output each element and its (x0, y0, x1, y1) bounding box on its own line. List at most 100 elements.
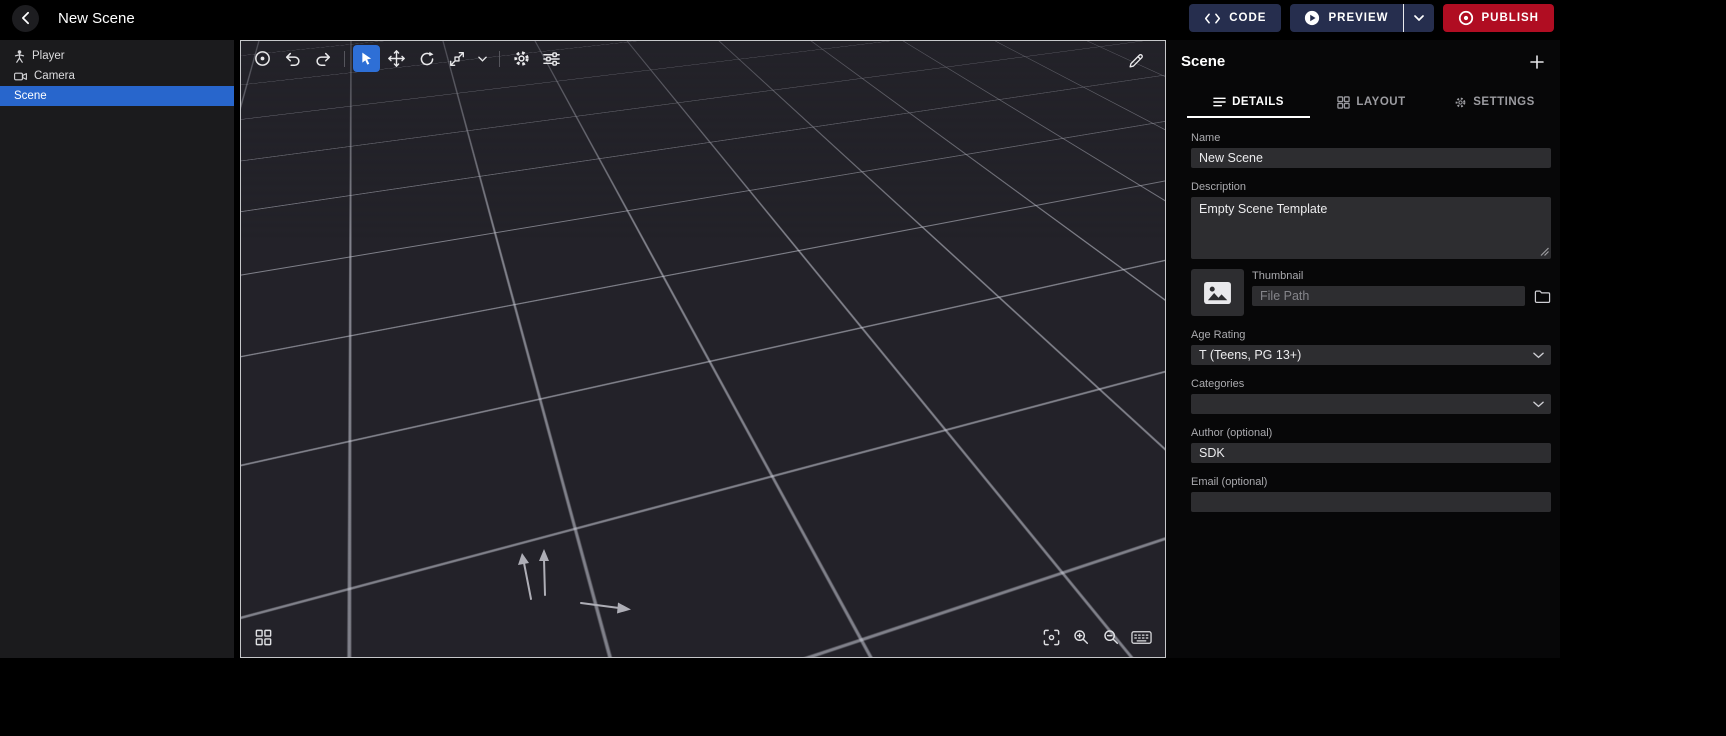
code-icon (1204, 12, 1221, 25)
thumbnail-path-input[interactable] (1252, 286, 1525, 306)
age-rating-label: Age Rating (1191, 329, 1551, 341)
zoom-out-icon (1102, 628, 1120, 646)
author-input[interactable] (1191, 443, 1551, 463)
viewport-bottom-right (1039, 625, 1153, 649)
create-button[interactable] (249, 45, 276, 72)
scale-tool-button[interactable] (443, 45, 470, 72)
author-label: Author (optional) (1191, 427, 1551, 439)
folder-icon (1534, 289, 1551, 304)
thumbnail-preview[interactable] (1191, 269, 1244, 316)
categories-select[interactable] (1191, 394, 1551, 414)
person-icon (14, 50, 25, 63)
age-rating-value: T (Teens, PG 13+) (1199, 348, 1301, 362)
categories-label: Categories (1191, 378, 1551, 390)
list-icon (1213, 96, 1226, 108)
description-textarea[interactable]: Empty Scene Template (1191, 197, 1551, 259)
viewport-perspective (241, 41, 1165, 657)
redo-icon (314, 50, 332, 67)
inspector-tabs: DETAILS LAYOUT SETTINGS (1187, 88, 1556, 118)
play-circle-icon (1304, 10, 1320, 26)
email-input[interactable] (1191, 492, 1551, 512)
top-bar: New Scene CODE PREVIEW PUBLISH (0, 0, 1560, 36)
pencil-icon (1127, 52, 1145, 70)
age-rating-select[interactable]: T (Teens, PG 13+) (1191, 345, 1551, 365)
tab-label: LAYOUT (1356, 96, 1405, 108)
zoom-in-button[interactable] (1069, 625, 1093, 649)
sidebar-item-camera[interactable]: Camera (0, 66, 234, 86)
redo-button[interactable] (309, 45, 336, 72)
zoom-in-icon (1072, 628, 1090, 646)
back-button[interactable] (12, 5, 39, 32)
tab-settings[interactable]: SETTINGS (1433, 88, 1556, 118)
viewport-options-icon (542, 51, 561, 67)
sidebar-item-label: Scene (14, 90, 47, 102)
caret-down-icon (1414, 15, 1424, 21)
toolbar-divider (499, 51, 500, 67)
move-tool-button[interactable] (383, 45, 410, 72)
grid-icon (254, 628, 273, 647)
add-button[interactable] (1530, 55, 1544, 69)
inspector-title: Scene (1181, 53, 1225, 70)
chevron-down-icon (1533, 352, 1544, 359)
inspector-panel: Scene DETAILS LAYOUT SETTINGS Name Descr… (1166, 40, 1560, 658)
tab-details[interactable]: DETAILS (1187, 88, 1310, 118)
edit-mode-button[interactable] (1122, 47, 1149, 74)
publish-button-label: PUBLISH (1482, 12, 1539, 24)
grid-toggle-button[interactable] (251, 625, 275, 649)
rotate-tool-button[interactable] (413, 45, 440, 72)
topbar-actions: CODE PREVIEW PUBLISH (1189, 4, 1554, 32)
focus-icon (1042, 628, 1061, 647)
preview-button-group: PREVIEW (1290, 4, 1433, 32)
chevron-left-icon (21, 11, 30, 25)
page-title: New Scene (58, 10, 135, 27)
chevron-down-icon (1533, 401, 1544, 408)
browse-file-button[interactable] (1534, 289, 1551, 304)
viewport-bottom-left (251, 625, 275, 649)
details-form: Name Description Empty Scene Template Th… (1166, 118, 1560, 512)
viewport-canvas[interactable] (240, 40, 1166, 658)
sidebar-item-label: Player (32, 50, 65, 62)
sidebar-item-label: Camera (34, 70, 75, 82)
tab-layout[interactable]: LAYOUT (1310, 88, 1433, 118)
code-button-label: CODE (1229, 12, 1266, 24)
code-button[interactable]: CODE (1189, 4, 1281, 32)
plus-icon (1530, 55, 1544, 69)
undo-button[interactable] (279, 45, 306, 72)
description-label: Description (1191, 181, 1551, 193)
sidebar-item-player[interactable]: Player (0, 46, 234, 66)
layout-icon (1337, 96, 1350, 109)
inspector-header: Scene (1166, 40, 1560, 70)
zoom-out-button[interactable] (1099, 625, 1123, 649)
preview-dropdown-button[interactable] (1403, 4, 1434, 32)
app-window: New Scene CODE PREVIEW PUBLISH (0, 0, 1560, 658)
thumbnail-section: Thumbnail (1191, 269, 1551, 316)
gear-icon (512, 49, 531, 68)
select-tool-icon (359, 51, 374, 66)
undo-icon (284, 50, 302, 67)
publish-target-icon (1458, 10, 1474, 26)
publish-button[interactable]: PUBLISH (1443, 4, 1554, 32)
tool-more-button[interactable] (473, 45, 491, 72)
email-label: Email (optional) (1191, 476, 1551, 488)
viewport-settings-button[interactable] (508, 45, 535, 72)
sidebar-item-scene[interactable]: Scene (0, 86, 234, 106)
move-tool-icon (387, 49, 406, 68)
chevron-down-icon (478, 56, 487, 62)
viewport-options-button[interactable] (538, 45, 565, 72)
scale-tool-icon (448, 50, 466, 68)
create-icon (253, 49, 272, 68)
preview-button[interactable]: PREVIEW (1290, 4, 1402, 32)
tab-label: SETTINGS (1473, 96, 1535, 108)
gear-icon (1454, 96, 1467, 109)
select-tool-button[interactable] (353, 45, 380, 72)
preview-button-label: PREVIEW (1328, 12, 1388, 24)
keyboard-shortcuts-button[interactable] (1129, 625, 1153, 649)
name-input[interactable] (1191, 148, 1551, 168)
keyboard-icon (1131, 630, 1152, 645)
viewport-toolbar (249, 45, 565, 72)
hierarchy-sidebar: Player Camera Scene (0, 40, 234, 658)
axis-gizmo (509, 531, 659, 626)
image-icon (1203, 281, 1232, 305)
rotate-tool-icon (418, 50, 436, 68)
focus-button[interactable] (1039, 625, 1063, 649)
